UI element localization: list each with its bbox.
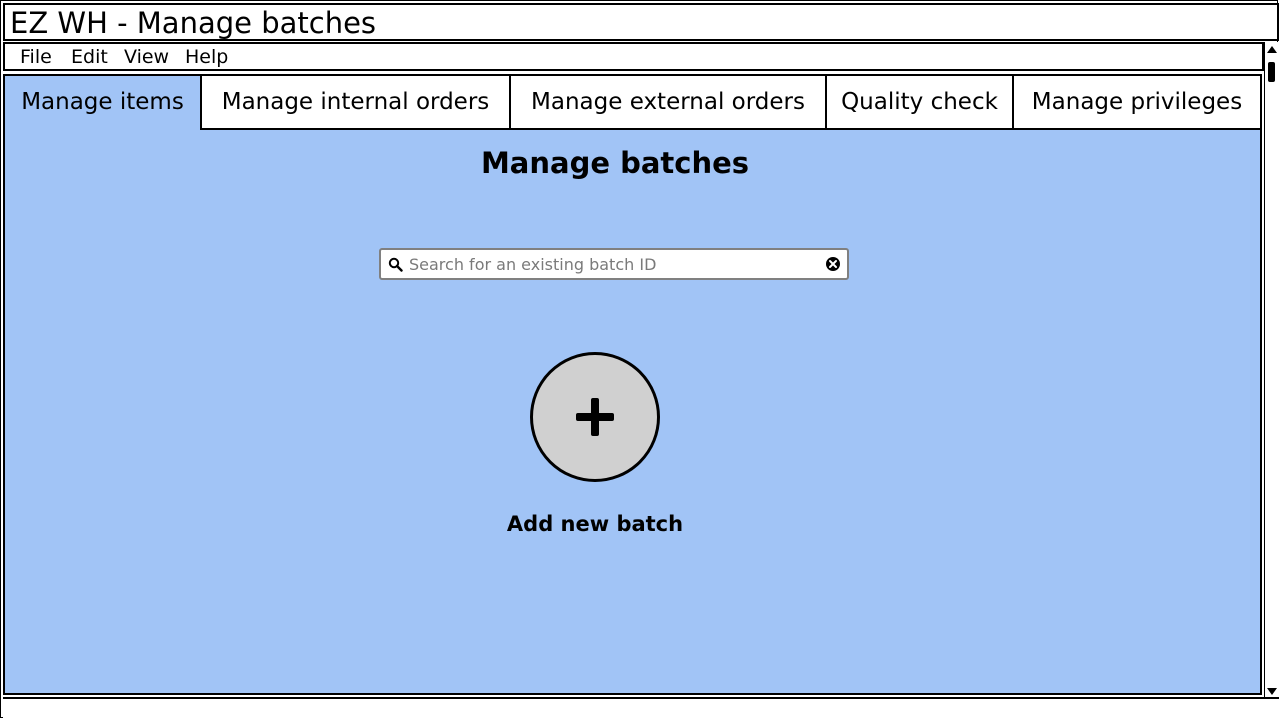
menu-edit[interactable]: Edit [71, 44, 108, 70]
menu-help[interactable]: Help [185, 44, 228, 70]
menu-bar: File Edit View Help [3, 42, 1264, 71]
plus-icon [576, 398, 614, 436]
app-window: EZ WH - Manage batches File Edit View He… [0, 0, 1279, 719]
tab-manage-external-orders[interactable]: Manage external orders [509, 74, 827, 130]
status-bar [3, 697, 1279, 719]
menu-view[interactable]: View [124, 44, 169, 70]
search-icon [388, 257, 403, 272]
vertical-scrollbar[interactable] [1264, 42, 1279, 699]
add-batch-button[interactable] [530, 352, 660, 482]
menu-file[interactable]: File [20, 44, 52, 70]
scroll-up-arrow-icon[interactable] [1267, 46, 1277, 53]
title-bar: EZ WH - Manage batches [3, 3, 1279, 41]
tab-quality-check[interactable]: Quality check [825, 74, 1014, 130]
search-input[interactable] [409, 252, 819, 276]
tab-manage-items[interactable]: Manage items [3, 74, 202, 130]
tab-manage-internal-orders[interactable]: Manage internal orders [200, 74, 511, 130]
scroll-thumb[interactable] [1268, 62, 1275, 82]
tab-bar: Manage items Manage internal orders Mana… [3, 74, 1262, 130]
page-title: Manage batches [480, 146, 750, 180]
main-content: Manage batches Add new batch [3, 130, 1262, 695]
close-icon[interactable] [825, 256, 841, 272]
scroll-down-arrow-icon[interactable] [1267, 688, 1277, 695]
window-title: EZ WH - Manage batches [10, 6, 377, 40]
search-box[interactable] [379, 248, 849, 280]
add-batch-label: Add new batch [506, 512, 684, 536]
tab-manage-privileges[interactable]: Manage privileges [1012, 74, 1262, 130]
